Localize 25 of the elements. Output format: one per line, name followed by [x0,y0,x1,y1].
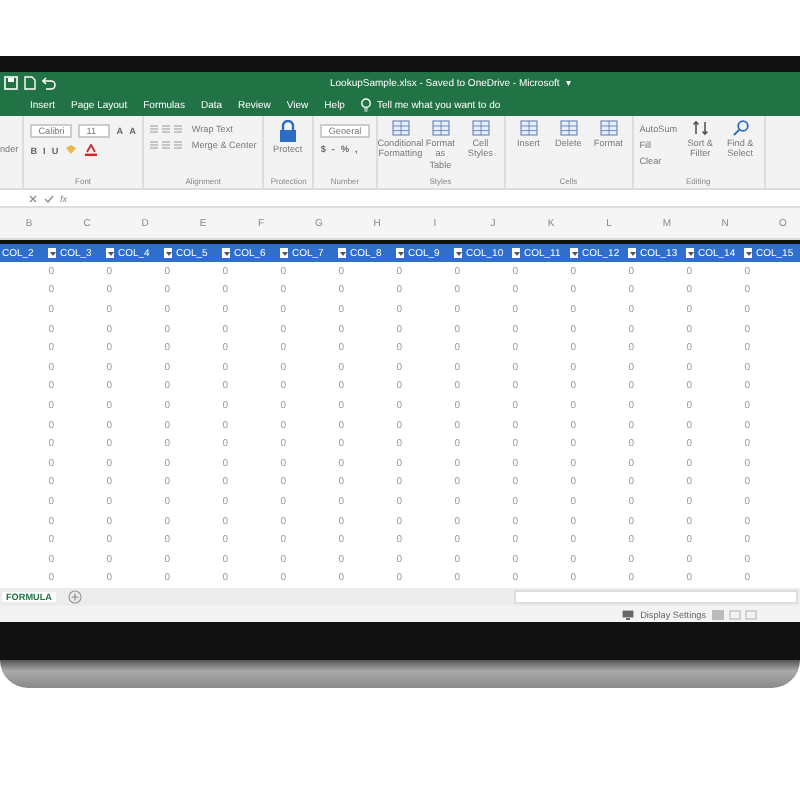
filter-dropdown[interactable] [106,248,114,258]
undo-icon[interactable] [42,76,56,90]
save-icon[interactable] [4,76,18,90]
filter-dropdown[interactable] [454,248,462,258]
sort-icon [691,120,710,136]
font-color-icon[interactable] [84,144,99,156]
search-icon [731,120,750,136]
lock-icon [277,120,298,142]
document-icon[interactable] [24,76,36,90]
cancel-icon[interactable] [28,193,38,203]
horizontal-scrollbar[interactable] [513,590,798,604]
filter-dropdown[interactable] [628,248,636,258]
monitor-icon [622,609,635,619]
filter-dropdown[interactable] [744,248,752,258]
filter-dropdown[interactable] [280,248,288,258]
filter-dropdown[interactable] [222,248,230,258]
filter-dropdown[interactable] [396,248,404,258]
filter-dropdown[interactable] [164,248,172,258]
filter-dropdown[interactable] [338,248,346,258]
enter-icon[interactable] [44,193,54,203]
filter-dropdown[interactable] [570,248,578,258]
filter-dropdown[interactable] [686,248,694,258]
filter-dropdown[interactable] [48,248,56,258]
lightbulb-icon [360,98,373,112]
filter-dropdown[interactable] [512,248,520,258]
